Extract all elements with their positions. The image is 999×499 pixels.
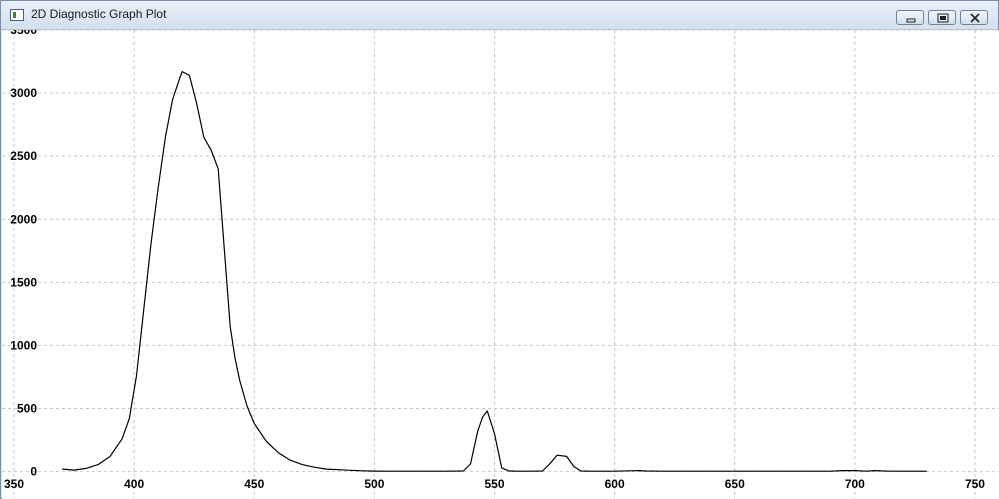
x-tick-label: 550 (484, 477, 504, 491)
x-tick-label: 400 (124, 477, 144, 491)
y-tick-label: 0 (30, 465, 37, 479)
title-bar[interactable]: 2D Diagnostic Graph Plot (1, 1, 998, 30)
y-tick-label: 1500 (10, 275, 37, 289)
plot-window: 2D Diagnostic Graph Plot 350 400 450 500 550… (0, 0, 999, 499)
graph-app-icon (10, 9, 24, 21)
y-tick-label: 3500 (10, 30, 37, 37)
x-tick-label: 500 (364, 477, 384, 491)
y-tick-label: 2000 (10, 212, 37, 226)
line-chart: 350 400 450 500 550 600 650 700 750 0 500 1000 1500 2… (2, 30, 999, 499)
y-tick-label: 3000 (10, 86, 37, 100)
minimize-button[interactable] (896, 10, 924, 25)
window-title: 2D Diagnostic Graph Plot (31, 7, 167, 21)
x-tick-label: 350 (4, 477, 24, 491)
x-tick-label: 450 (244, 477, 264, 491)
y-tick-label: 1000 (10, 338, 37, 352)
minimize-icon (906, 18, 916, 23)
plot-area: 350 400 450 500 550 600 650 700 750 0 500 1000 1500 2… (2, 30, 999, 499)
x-tick-label: 700 (845, 477, 865, 491)
x-tick-label: 650 (725, 477, 745, 491)
y-tick-label: 500 (17, 402, 37, 416)
restore-icon (937, 13, 949, 23)
x-tick-label: 750 (965, 477, 985, 491)
restore-button[interactable] (928, 10, 956, 25)
close-button[interactable] (960, 10, 988, 25)
x-tick-label: 600 (605, 477, 625, 491)
close-icon (970, 13, 980, 23)
y-tick-label: 2500 (10, 149, 37, 163)
